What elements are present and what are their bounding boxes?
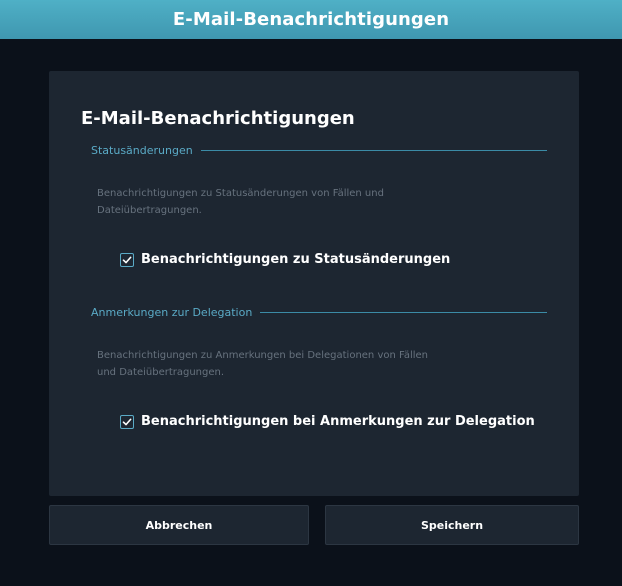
delegation-notifications-label: Benachrichtigungen bei Anmerkungen zur D… xyxy=(141,414,535,429)
section-divider xyxy=(200,150,547,151)
cancel-button[interactable]: Abbrechen xyxy=(49,505,309,545)
checkmark-icon xyxy=(122,418,132,425)
status-notifications-label: Benachrichtigungen zu Statusänderungen xyxy=(141,252,451,267)
section-title-status: Statusänderungen xyxy=(91,144,193,157)
checkmark-icon xyxy=(122,256,132,263)
section-divider xyxy=(260,312,547,313)
section-description-status: Benachrichtigungen zu Statusänderungen v… xyxy=(97,188,384,216)
section-header-status: Statusänderungen xyxy=(91,144,547,157)
section-description-delegation: Benachrichtigungen zu Anmerkungen bei De… xyxy=(97,350,429,378)
settings-panel: E-Mail-Benachrichtigungen Statusänderung… xyxy=(49,71,579,496)
section-title-delegation: Anmerkungen zur Delegation xyxy=(91,306,253,319)
status-notifications-checkbox-row[interactable]: Benachrichtigungen zu Statusänderungen xyxy=(120,252,450,267)
window-title: E-Mail-Benachrichtigungen xyxy=(172,9,450,30)
title-bar: E-Mail-Benachrichtigungen xyxy=(0,0,622,39)
delegation-notifications-checkbox-row[interactable]: Benachrichtigungen bei Anmerkungen zur D… xyxy=(120,414,535,429)
section-header-delegation: Anmerkungen zur Delegation xyxy=(91,306,547,319)
save-button[interactable]: Speichern xyxy=(325,505,579,545)
status-notifications-checkbox[interactable] xyxy=(120,252,134,267)
panel-title: E-Mail-Benachrichtigungen xyxy=(81,108,355,129)
delegation-notifications-checkbox[interactable] xyxy=(120,414,134,429)
